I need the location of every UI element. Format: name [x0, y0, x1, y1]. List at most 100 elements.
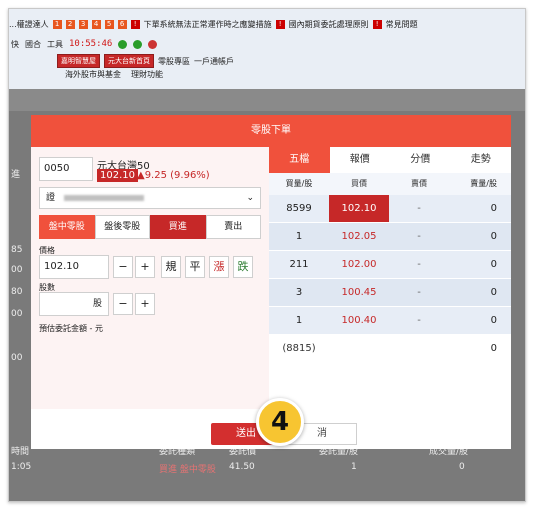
shortcut-chip[interactable]: 2: [65, 19, 75, 29]
quote-totals: (8815) 0: [269, 335, 511, 363]
quote-tabs: 五檔 報價 分價 走勢: [269, 147, 511, 173]
background-text: 80: [11, 287, 23, 297]
quote-row[interactable]: 1 100.40 - 0: [269, 307, 511, 335]
account-select[interactable]: 證 ⌄: [39, 187, 261, 209]
status-green-icon: [133, 39, 143, 49]
quote-panel: 五檔 報價 分價 走勢 買量/股 買價 賣價 賣量/股 8599 102.10 …: [269, 147, 511, 409]
price-minus-button[interactable]: −: [113, 256, 133, 278]
quantity-plus-button[interactable]: +: [135, 293, 155, 315]
quote-row[interactable]: 211 102.00 - 0: [269, 251, 511, 279]
limit-up-button[interactable]: 漲: [209, 256, 229, 278]
toolbar-link[interactable]: ...權證達人: [9, 19, 49, 30]
toolbar-link[interactable]: 一戶通帳戶: [194, 56, 234, 67]
header-bid: 買價: [351, 179, 367, 188]
tools-button[interactable]: 工具: [47, 39, 63, 50]
total-bid-qty: (8815): [282, 343, 316, 354]
toolbar-link[interactable]: 國內期貨委託處理原則: [289, 19, 369, 30]
toolbar-row-shortcuts: 嘉明智慧屋 元大台新首頁 零股專區 一戶通帳戶: [57, 54, 234, 68]
quote-row[interactable]: 1 102.05 - 0: [269, 223, 511, 251]
background-text: 0: [459, 462, 465, 472]
bid-price[interactable]: 102.00: [329, 251, 389, 278]
estimated-amount: 預估委託金額 - 元: [39, 324, 103, 333]
background-text: 00: [11, 353, 23, 363]
background-text: 00: [11, 309, 23, 319]
bid-qty: 8599: [286, 203, 312, 214]
background-text: 00: [11, 265, 23, 275]
background-text: 1: [351, 462, 357, 472]
background-text: 買進 盤中零股: [159, 465, 216, 475]
quote-header: 買量/股 買價 賣價 賣量/股: [269, 173, 511, 195]
bid-qty: 3: [295, 287, 303, 298]
alert-icon: !: [130, 19, 140, 29]
toolbar-link[interactable]: 常見問題: [386, 19, 418, 30]
ask-price: -: [417, 203, 421, 214]
dialog-title: 零股下單: [31, 115, 511, 147]
bid-price[interactable]: 100.40: [329, 307, 389, 334]
header-ask-qty: 賣量/股: [470, 179, 497, 188]
tab-trend[interactable]: 走勢: [450, 147, 511, 173]
shortcut-chip[interactable]: 1: [52, 19, 62, 29]
toolbar-link[interactable]: 下單系統無法正常運作時之應變措施: [144, 19, 272, 30]
ask-price: -: [417, 259, 421, 270]
limit-down-button[interactable]: 跌: [233, 256, 253, 278]
order-type-tabs: 盤中零股 盤後零股 買進 賣出: [39, 215, 261, 239]
background-text: 85: [11, 245, 23, 255]
account-masked: [63, 194, 144, 201]
toolbar-link[interactable]: 零股專區: [158, 56, 190, 67]
status-red-icon: [148, 39, 158, 49]
bid-price[interactable]: 102.10: [329, 195, 389, 222]
bid-qty: 1: [295, 231, 303, 242]
total-ask-qty: 0: [490, 343, 497, 354]
shortcut-chip[interactable]: 4: [91, 19, 101, 29]
ask-price: -: [417, 287, 421, 298]
compound-button[interactable]: 國合: [25, 39, 41, 50]
bid-qty: 211: [289, 259, 309, 270]
background-text: 進: [11, 170, 21, 180]
toolbar-divider: [9, 89, 525, 111]
tab-after-hours-odd-lot[interactable]: 盤後零股: [94, 215, 150, 239]
clock-display: 10:55:46: [69, 39, 113, 49]
last-price-badge: 102.10: [97, 169, 138, 182]
quote-row[interactable]: 8599 102.10 - 0: [269, 195, 511, 223]
shortcut-chip[interactable]: 6: [117, 19, 127, 29]
buy-button[interactable]: 買進: [150, 215, 206, 239]
toolbar-row-links: ...權證達人 1 2 3 4 5 6 ! 下單系統無法正常運作時之應變措施 !…: [9, 17, 418, 31]
reference-price-button[interactable]: 規: [161, 256, 181, 278]
shortcut-chip[interactable]: 5: [104, 19, 114, 29]
tab-quotes[interactable]: 報價: [329, 147, 390, 173]
total-spacer: [389, 335, 449, 363]
background-text: 時間: [11, 447, 30, 457]
quick-menu[interactable]: 快: [11, 39, 19, 50]
account-prefix: 證: [46, 193, 56, 203]
step-number-badge: 4: [256, 398, 304, 446]
quantity-input[interactable]: 股: [39, 292, 109, 316]
toolbar-link[interactable]: 理財功能: [131, 69, 163, 80]
bid-price[interactable]: 102.05: [329, 223, 389, 250]
price-plus-button[interactable]: +: [135, 256, 155, 278]
header-ask: 賣價: [411, 179, 427, 188]
sell-button[interactable]: 賣出: [205, 215, 261, 239]
bid-price[interactable]: 100.45: [329, 279, 389, 306]
price-input[interactable]: 102.10: [39, 255, 109, 279]
flat-price-button[interactable]: 平: [185, 256, 205, 278]
tab-intraday-odd-lot[interactable]: 盤中零股: [39, 215, 95, 239]
chevron-down-icon: ⌄: [246, 193, 254, 203]
shortcut-chip[interactable]: 3: [78, 19, 88, 29]
tab-five-levels[interactable]: 五檔: [269, 147, 330, 173]
alert-icon: !: [372, 19, 382, 29]
quantity-minus-button[interactable]: −: [113, 293, 133, 315]
shortcut-button[interactable]: 元大台新首頁: [104, 54, 154, 68]
shortcut-button[interactable]: 嘉明智慧屋: [57, 54, 100, 68]
quote-rows: 8599 102.10 - 0 1 102.05 - 0 211 102.00 …: [269, 195, 511, 335]
bid-qty: 1: [295, 315, 303, 326]
ask-price: -: [417, 315, 421, 326]
toolbar-link[interactable]: 海外股市與基金: [65, 69, 121, 80]
background-text: 41.50: [229, 462, 255, 472]
price-change: ▲9.25 (9.96%): [137, 170, 210, 181]
tab-price-distribution[interactable]: 分價: [390, 147, 451, 173]
ask-price: -: [417, 231, 421, 242]
stock-code-input[interactable]: 0050: [39, 157, 93, 181]
status-green-icon: [118, 39, 128, 49]
total-spacer: [329, 335, 389, 363]
quote-row[interactable]: 3 100.45 - 0: [269, 279, 511, 307]
